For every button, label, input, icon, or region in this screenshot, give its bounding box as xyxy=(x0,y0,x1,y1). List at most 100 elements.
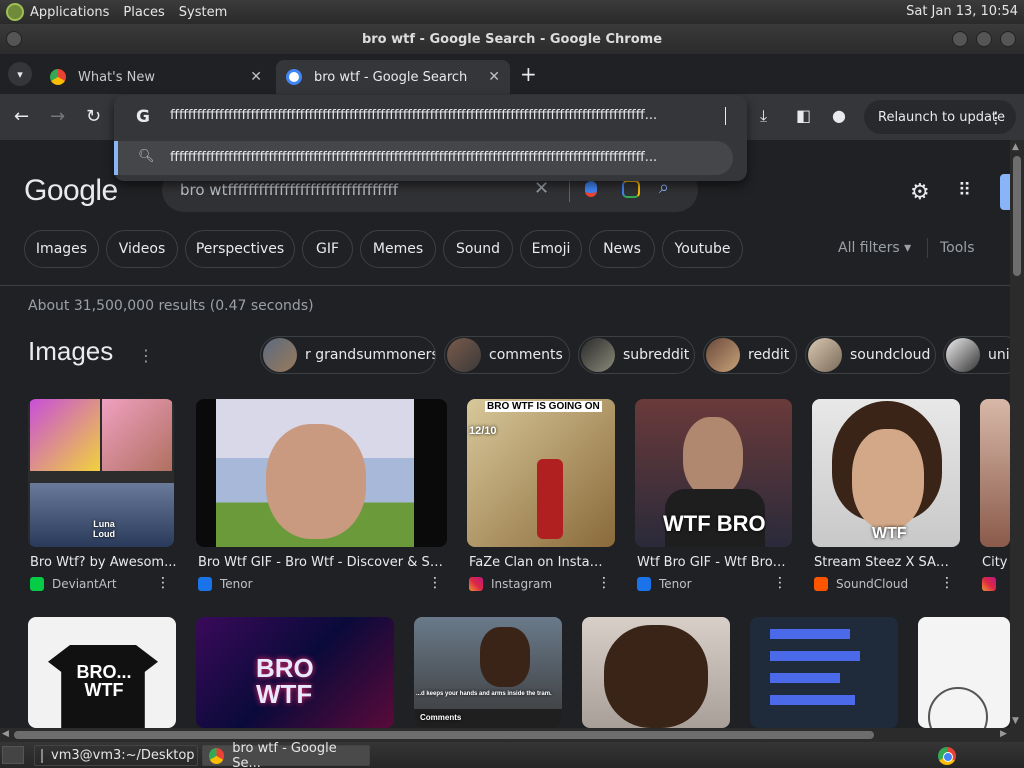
result-title[interactable]: Stream Steez X SAD... xyxy=(814,555,954,570)
download-icon[interactable]: ⤓ xyxy=(760,106,767,126)
google-logo[interactable]: Google xyxy=(24,174,118,208)
result-image[interactable]: Luna Loud xyxy=(28,399,174,547)
back-icon[interactable]: ← xyxy=(14,106,29,127)
result-source[interactable] xyxy=(982,577,1004,591)
more-vert-icon[interactable]: ⋮ xyxy=(988,108,1004,127)
related-label: soundcloud xyxy=(850,347,931,363)
profile-icon[interactable]: ● xyxy=(832,106,846,125)
scrollbar-thumb[interactable] xyxy=(1013,156,1021,276)
maximize-button[interactable] xyxy=(976,31,992,47)
menu-applications[interactable]: Applications xyxy=(30,5,109,20)
google-lens-icon[interactable] xyxy=(622,180,640,198)
settings-gear-icon[interactable]: ⚙ xyxy=(910,180,930,205)
result-image[interactable]: WTF xyxy=(812,399,960,547)
forward-icon[interactable]: → xyxy=(50,106,65,127)
image-result[interactable]: BRO WTF xyxy=(196,617,394,728)
more-vert-icon[interactable]: ⋮ xyxy=(940,575,954,591)
more-vert-icon[interactable]: ⋮ xyxy=(773,575,787,591)
scroll-right-icon[interactable]: ▶ xyxy=(1000,729,1007,739)
result-source[interactable]: Instagram xyxy=(469,577,552,591)
omnibox-suggestion[interactable]: 🔍︎ fffffffffffffffffffffffffffffffffffff… xyxy=(114,141,733,175)
close-icon[interactable]: ✕ xyxy=(488,69,500,85)
clear-icon[interactable]: ✕ xyxy=(534,178,549,199)
menu-system[interactable]: System xyxy=(179,5,227,20)
reload-icon[interactable]: ↻ xyxy=(86,106,101,127)
chip-youtube[interactable]: Youtube xyxy=(662,230,743,268)
result-source[interactable]: DeviantArt xyxy=(30,577,117,591)
scroll-left-icon[interactable]: ◀ xyxy=(2,729,9,739)
vertical-scrollbar[interactable]: ▲ ▼ xyxy=(1010,140,1024,728)
more-vert-icon[interactable]: ⋮ xyxy=(597,575,611,591)
chip-news[interactable]: News xyxy=(589,230,655,268)
image-result[interactable] xyxy=(750,617,898,728)
related-chip-grandsummoners[interactable]: r grandsummoners xyxy=(260,336,436,374)
chrome-tray-icon[interactable] xyxy=(938,747,956,765)
image-result[interactable] xyxy=(918,617,1010,728)
scroll-down-icon[interactable]: ▼ xyxy=(1012,716,1019,726)
result-source[interactable]: Tenor xyxy=(637,577,692,591)
sign-in-button[interactable] xyxy=(1000,174,1010,210)
image-result[interactable]: ...d keeps your hands and arms inside th… xyxy=(414,617,562,728)
chip-perspectives[interactable]: Perspectives xyxy=(185,230,295,268)
chip-emoji[interactable]: Emoji xyxy=(520,230,582,268)
search-input[interactable]: bro wtfffffffffffffffffffffffffffffffff xyxy=(180,181,480,199)
tab-google-search[interactable]: bro wtf - Google Search ✕ xyxy=(276,60,510,94)
more-vert-icon[interactable]: ⋮ xyxy=(156,575,170,591)
related-chip-reddit[interactable]: reddit xyxy=(703,336,797,374)
tools-button[interactable]: Tools xyxy=(940,240,975,256)
window-title-bar[interactable]: bro wtf - Google Search - Google Chrome xyxy=(0,24,1024,54)
minimize-button[interactable] xyxy=(952,31,968,47)
related-chip-subreddit[interactable]: subreddit xyxy=(578,336,695,374)
taskbar-item-terminal[interactable]: vm3@vm3:~/Desktop xyxy=(34,745,198,766)
related-chip-comments[interactable]: comments xyxy=(444,336,570,374)
scroll-up-icon[interactable]: ▲ xyxy=(1012,142,1019,152)
menu-places[interactable]: Places xyxy=(123,5,164,20)
bottom-taskbar: vm3@vm3:~/Desktop bro wtf - Google Se... xyxy=(0,741,1024,768)
horizontal-scrollbar[interactable]: ◀ ▶ xyxy=(0,728,1024,742)
chip-videos[interactable]: Videos xyxy=(106,230,178,268)
image-result[interactable] xyxy=(582,617,730,728)
all-filters-button[interactable]: All filters ▾ xyxy=(838,240,911,256)
result-image[interactable]: BRO WTF IS GOING ON 12/10 xyxy=(467,399,615,547)
panel-clock[interactable]: Sat Jan 13, 10:54 xyxy=(906,4,1018,19)
window-menu-icon[interactable] xyxy=(6,31,22,47)
result-image[interactable]: WTF BRO xyxy=(635,399,792,547)
result-title[interactable]: Wtf Bro GIF - Wtf Bro ... xyxy=(637,555,787,570)
result-title[interactable]: City xyxy=(982,555,1010,570)
result-source[interactable]: SoundCloud xyxy=(814,577,908,591)
chip-sound[interactable]: Sound xyxy=(443,230,513,268)
apps-grid-icon[interactable]: ⠿ xyxy=(958,180,971,201)
overlay-caption: 12/10 xyxy=(469,425,497,437)
omnibox[interactable]: G ffffffffffffffffffffffffffffffffffffff… xyxy=(114,95,747,181)
distro-logo-icon[interactable] xyxy=(6,3,24,21)
close-icon[interactable]: ✕ xyxy=(250,69,262,85)
close-window-button[interactable] xyxy=(1000,31,1016,47)
result-source[interactable]: Tenor xyxy=(198,577,253,591)
result-title[interactable]: FaZe Clan on Instagr... xyxy=(469,555,609,570)
tab-whats-new[interactable]: What's New ✕ xyxy=(40,60,272,94)
result-image[interactable] xyxy=(980,399,1010,547)
related-chip-uni[interactable]: uni xyxy=(943,336,1010,374)
scrollbar-thumb[interactable] xyxy=(14,731,874,739)
result-title[interactable]: Bro Wtf? by Awesom... xyxy=(30,555,180,570)
show-desktop-icon[interactable] xyxy=(2,746,24,764)
more-vert-icon[interactable]: ⋮ xyxy=(138,346,154,365)
taskbar-item-chrome[interactable]: bro wtf - Google Se... xyxy=(202,741,370,768)
image-result[interactable]: BRO... WTF xyxy=(28,617,176,728)
related-chip-soundcloud[interactable]: soundcloud xyxy=(805,336,936,374)
relaunch-button[interactable]: Relaunch to update ⋮ xyxy=(864,100,1016,134)
more-vert-icon[interactable]: ⋮ xyxy=(428,575,442,591)
chip-memes[interactable]: Memes xyxy=(360,230,436,268)
overlay-caption: ...d keeps your hands and arms inside th… xyxy=(416,691,552,697)
result-title[interactable]: Bro Wtf GIF - Bro Wtf - Discover & Sh... xyxy=(198,555,444,570)
chip-gif[interactable]: GIF xyxy=(302,230,353,268)
chip-images[interactable]: Images xyxy=(24,230,99,268)
microphone-icon[interactable] xyxy=(585,181,597,197)
top-panel: Applications Places System Sat Jan 13, 1… xyxy=(0,0,1024,24)
result-image[interactable] xyxy=(196,399,447,547)
tab-search-button[interactable]: ▾ xyxy=(8,62,32,86)
side-panel-icon[interactable]: ◧ xyxy=(796,106,811,125)
images-heading[interactable]: Images xyxy=(28,336,113,367)
new-tab-button[interactable]: + xyxy=(520,62,537,86)
omnibox-input[interactable]: ffffffffffffffffffffffffffffffffffffffff… xyxy=(170,108,726,123)
